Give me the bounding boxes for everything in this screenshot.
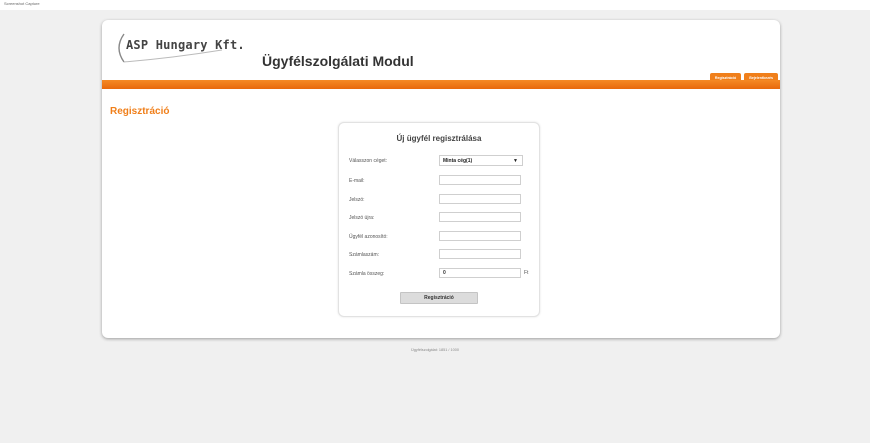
password-again-label: Jelszó újra:	[349, 215, 375, 221]
form-title: Új ügyfél regisztrálása	[396, 134, 482, 143]
window-topbar: Screenshot Capture	[0, 0, 870, 10]
registration-form: Új ügyfél regisztrálása Válasszon céget:…	[338, 122, 540, 317]
account-number-field[interactable]	[439, 249, 521, 259]
logo-text: ASP Hungary Kft.	[126, 38, 245, 52]
company-label: Válasszon céget:	[349, 158, 388, 164]
password-field[interactable]	[439, 194, 521, 204]
dropdown-arrow-icon: ▼	[513, 157, 518, 164]
customer-id-label: Ügyfél azonosító:	[349, 234, 388, 240]
invoice-amount-field[interactable]: 0	[439, 268, 521, 278]
password-label: Jelszó:	[349, 197, 365, 203]
header-orange-band	[102, 80, 780, 89]
customer-id-field[interactable]	[439, 231, 521, 241]
app-title: Ügyfélszolgálati Modul	[262, 53, 414, 69]
email-label: E-mail:	[349, 178, 365, 184]
invoice-amount-label: Számla összeg:	[349, 271, 385, 277]
invoice-amount-unit: Ft	[524, 270, 529, 276]
page-heading: Regisztráció	[110, 106, 170, 117]
account-number-label: Számlaszám:	[349, 252, 380, 258]
window-caption: Screenshot Capture	[4, 1, 40, 6]
company-logo: ASP Hungary Kft.	[112, 30, 245, 66]
password-again-field[interactable]	[439, 212, 521, 222]
company-select-value: Minta cég(1)	[443, 158, 473, 164]
company-select[interactable]: Minta cég(1) ▼	[439, 155, 523, 166]
register-button[interactable]: Regisztráció	[400, 292, 478, 304]
email-field[interactable]	[439, 175, 521, 185]
footer-text: Ügyfélszolgálat: 1851 / 1000	[411, 348, 459, 352]
